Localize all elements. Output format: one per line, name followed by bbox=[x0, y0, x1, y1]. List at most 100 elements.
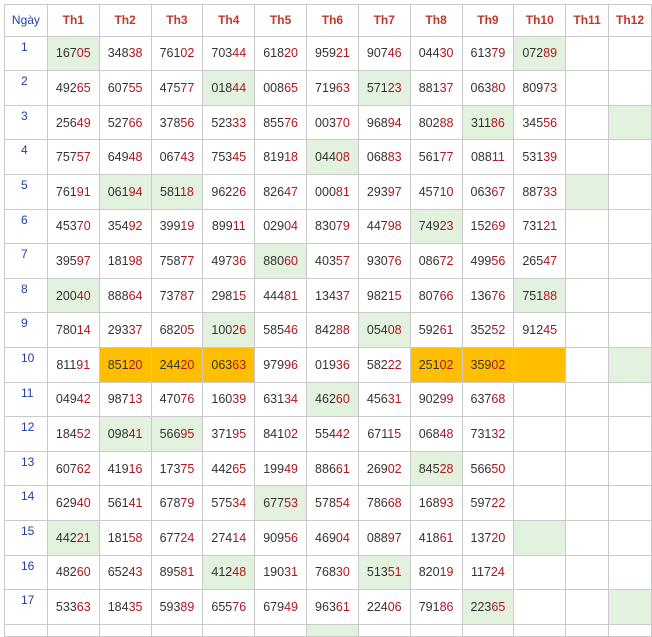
result-cell bbox=[565, 519, 609, 556]
result-cell: 85576 bbox=[254, 104, 308, 141]
result-last-two-digits: 86 bbox=[490, 115, 505, 130]
table-row: 16 48260 65243 89581 41248 19031 76830 51351 820… bbox=[4, 554, 652, 591]
result-last-two-digits: 56 bbox=[491, 253, 506, 268]
result-last-two-digits: 23 bbox=[439, 219, 454, 234]
result-last-two-digits: 11 bbox=[491, 150, 505, 165]
day-number: 6 bbox=[4, 208, 48, 245]
result-last-two-digits: 18 bbox=[179, 184, 194, 199]
day-number: 17 bbox=[4, 589, 48, 625]
result-last-two-digits: 79 bbox=[335, 219, 350, 234]
result-last-two-digits: 60 bbox=[76, 565, 91, 580]
result-cell: 78014 bbox=[46, 312, 100, 348]
result-last-two-digits: 68 bbox=[387, 496, 402, 511]
result-prefix: 987 bbox=[107, 392, 129, 407]
result-cell: 75345 bbox=[202, 139, 256, 175]
table-body: 1 16705 34838 76102 70344 61820 95921 90746 0443… bbox=[4, 35, 652, 637]
column-header-th3: Th3 bbox=[150, 4, 204, 37]
result-cell bbox=[565, 450, 609, 487]
result-cell: 16039 bbox=[202, 381, 256, 418]
result-prefix: 758 bbox=[159, 253, 181, 268]
result-prefix: 470 bbox=[159, 392, 181, 407]
result-last-two-digits: 34 bbox=[284, 392, 298, 407]
result-cell: 93076 bbox=[357, 243, 411, 279]
result-last-two-digits: 52 bbox=[76, 426, 91, 441]
result-last-two-digits: 02 bbox=[439, 357, 454, 372]
result-prefix: 457 bbox=[418, 184, 440, 199]
result-cell: 96226 bbox=[202, 173, 256, 210]
result-last-two-digits: 33 bbox=[232, 115, 247, 130]
result-cell: 52333 bbox=[202, 104, 256, 141]
result-last-two-digits: 50 bbox=[491, 461, 506, 476]
result-last-two-digits: 55 bbox=[128, 80, 143, 95]
result-last-two-digits: 65 bbox=[232, 461, 247, 476]
result-cell: 08811 bbox=[461, 139, 515, 175]
result-prefix: 298 bbox=[211, 288, 233, 303]
table-row: 6 45370 35492 39919 89911 02904 83079 44798 7492… bbox=[4, 208, 652, 245]
result-last-two-digits: 77 bbox=[180, 80, 195, 95]
result-cell bbox=[565, 416, 609, 452]
result-prefix: 566 bbox=[470, 461, 492, 476]
result-prefix: 469 bbox=[315, 530, 336, 545]
result-prefix: 072 bbox=[522, 46, 544, 61]
result-last-two-digits: 88 bbox=[543, 288, 558, 303]
result-last-two-digits: 05 bbox=[180, 323, 195, 338]
result-cell: 41916 bbox=[98, 450, 152, 487]
result-cell: 44798 bbox=[357, 208, 411, 245]
result-prefix: 184 bbox=[107, 599, 129, 614]
result-cell: 31186 bbox=[461, 104, 515, 141]
result-cell bbox=[565, 208, 609, 245]
result-prefix: 000 bbox=[315, 184, 336, 199]
result-cell: 06367 bbox=[461, 173, 515, 210]
result-cell bbox=[565, 623, 609, 637]
result-cell: 26547 bbox=[513, 243, 567, 279]
result-prefix: 378 bbox=[159, 115, 181, 130]
result-cell bbox=[254, 623, 308, 637]
result-last-two-digits: 47 bbox=[284, 184, 298, 199]
result-prefix: 703 bbox=[211, 46, 233, 61]
result-last-two-digits: 11 bbox=[232, 219, 246, 234]
result-cell: 90956 bbox=[254, 519, 308, 556]
result-cell bbox=[608, 35, 652, 72]
result-prefix: 909 bbox=[263, 530, 285, 545]
result-prefix: 841 bbox=[263, 426, 285, 441]
result-cell: 17375 bbox=[150, 450, 204, 487]
result-cell: 55442 bbox=[306, 416, 359, 452]
result-cell bbox=[513, 381, 567, 418]
result-prefix: 008 bbox=[263, 80, 285, 95]
result-cell bbox=[98, 623, 152, 637]
column-header-th6: Th6 bbox=[306, 4, 359, 37]
result-prefix: 719 bbox=[315, 80, 336, 95]
result-prefix: 418 bbox=[418, 530, 440, 545]
result-last-two-digits: 76 bbox=[387, 253, 402, 268]
result-last-two-digits: 08 bbox=[335, 150, 350, 165]
result-cell bbox=[608, 346, 652, 383]
result-cell: 98713 bbox=[98, 381, 152, 418]
result-prefix: 731 bbox=[522, 219, 544, 234]
result-prefix: 462 bbox=[315, 392, 336, 407]
result-last-two-digits: 67 bbox=[491, 184, 506, 199]
result-cell: 52766 bbox=[98, 104, 152, 141]
result-last-two-digits: 48 bbox=[439, 426, 454, 441]
result-prefix: 527 bbox=[107, 115, 129, 130]
lottery-results-table: Ngày Th1 Th2 Th3 Th4 Th5 Th6 Th7 Th8 Th9 Th10 Th11 T… bbox=[4, 4, 652, 637]
result-last-two-digits: 56 bbox=[180, 115, 195, 130]
result-cell: 57534 bbox=[202, 485, 256, 521]
result-prefix: 492 bbox=[55, 80, 77, 95]
result-prefix: 809 bbox=[522, 80, 544, 95]
table-row: 17 53363 18435 59389 65576 67949 96361 22406 791… bbox=[4, 589, 652, 625]
result-cell: 53363 bbox=[46, 589, 100, 625]
result-prefix: 181 bbox=[107, 530, 129, 545]
result-prefix: 293 bbox=[107, 323, 129, 338]
result-prefix: 117 bbox=[470, 565, 491, 580]
result-prefix: 677 bbox=[159, 530, 181, 545]
result-cell: 73787 bbox=[150, 277, 204, 314]
result-cell: 06363 bbox=[202, 346, 256, 383]
result-last-two-digits: 70 bbox=[76, 219, 91, 234]
result-cell: 22365 bbox=[461, 589, 515, 625]
result-prefix: 851 bbox=[107, 357, 129, 372]
result-last-two-digits: 02 bbox=[491, 357, 506, 372]
day-number: 2 bbox=[4, 70, 48, 106]
result-prefix: 049 bbox=[55, 392, 77, 407]
result-prefix: 679 bbox=[263, 599, 285, 614]
table-row: 7 39597 18198 75877 49736 88060 40357 93076 0867… bbox=[4, 243, 652, 279]
